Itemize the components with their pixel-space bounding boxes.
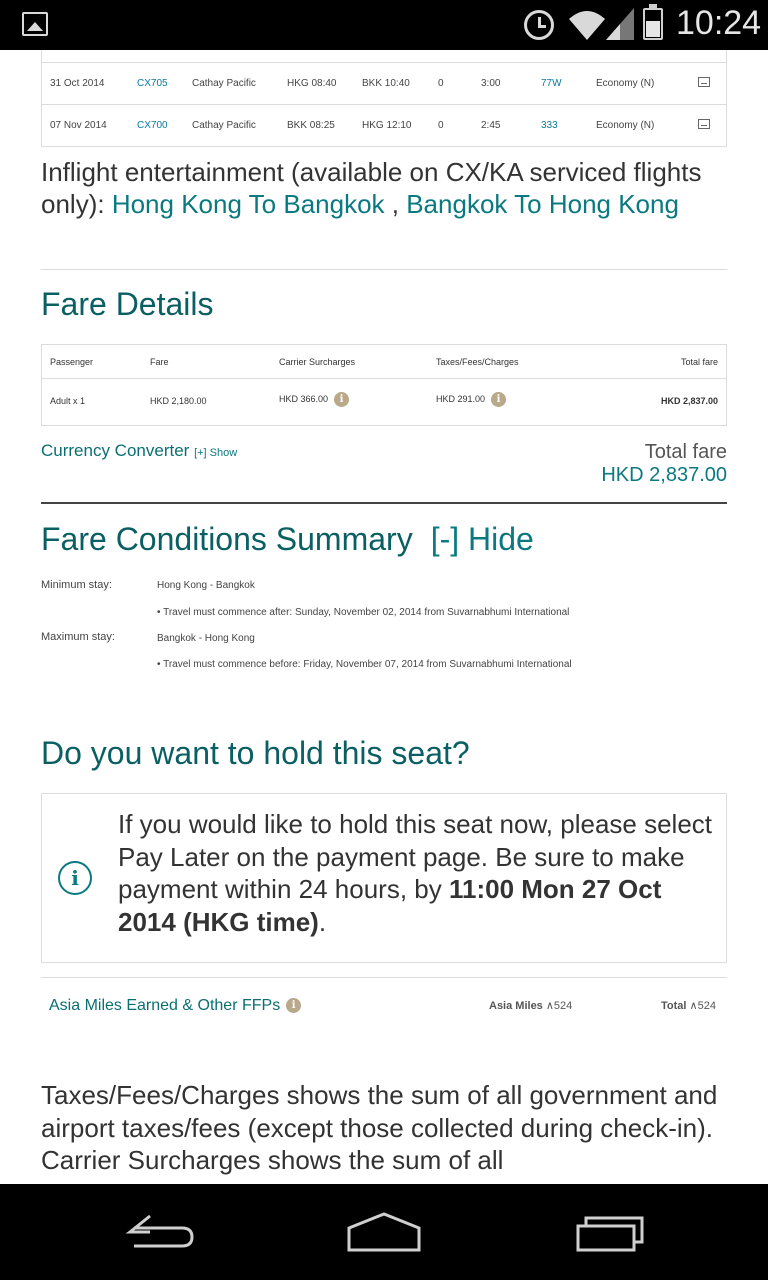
home-icon[interactable] [344,1206,424,1258]
flight-stops: 0 [438,120,444,131]
asia-miles-total-value: ∧524 [689,1000,716,1012]
fare-table: Passenger Fare Carrier Surcharges Taxes/… [41,344,727,426]
flight-number-link[interactable]: CX700 [137,120,168,131]
total-cell: HKD 2,837.00 [660,396,718,406]
ife-link-bkk-hkg[interactable]: Bangkok To Hong Kong [406,189,679,219]
currency-converter-toggle[interactable]: [+] Show [194,447,237,459]
info-icon[interactable]: i [286,998,302,1014]
min-stay-label: Minimum stay: [41,579,112,591]
currency-converter: Currency Converter [+] Show [41,441,237,461]
wifi-icon [569,11,605,40]
flight-arrive: BKK 10:40 [362,78,410,89]
max-stay-note: • Travel must commence before: Friday, N… [157,659,572,670]
max-stay-route: Bangkok - Hong Kong [157,633,255,644]
navigation-bar [0,1184,768,1280]
inflight-entertainment: Inflight entertainment (available on CX/… [41,156,727,220]
fare-table-header: Passenger Fare Carrier Surcharges Taxes/… [42,345,726,379]
max-stay-label: Maximum stay: [41,631,115,643]
surcharges-cell: HKD 366.00 i [279,392,350,407]
taxes-cell: HKD 291.00 i [436,392,507,407]
asia-miles-earned: Asia Miles ∧524 [489,999,572,1012]
recents-icon[interactable] [572,1206,652,1258]
info-icon: i [58,861,92,895]
divider [41,502,727,504]
currency-converter-label: Currency Converter [41,441,190,460]
flight-airline: Cathay Pacific [192,78,256,89]
header-surcharges: Carrier Surcharges [279,357,356,367]
alarm-icon [524,10,554,40]
surcharges-value: HKD 366.00 [279,393,329,404]
fare-cell: HKD 2,180.00 [150,396,207,406]
flight-date: 31 Oct 2014 [50,78,105,89]
hold-seat-text: If you would like to hold this seat now,… [118,808,718,938]
flight-table: 31 Oct 2014 CX705 Cathay Pacific HKG 08:… [41,50,727,147]
info-icon[interactable]: i [491,392,507,407]
header-passenger: Passenger [50,357,94,367]
status-bar: 10:24 [0,0,768,50]
clock: 10:24 [676,4,762,42]
min-stay-note: • Travel must commence after: Sunday, No… [157,607,570,618]
taxes-value: HKD 291.00 [436,393,486,404]
fare-conditions-title: Fare Conditions Summary [-] Hide [41,521,534,558]
fare-conditions-toggle[interactable]: [-] Hide [431,521,534,557]
flight-depart: HKG 08:40 [287,78,337,89]
flight-duration: 3:00 [481,78,501,89]
hold-seat-end: . [318,906,327,937]
asia-miles-label: Asia Miles Earned & Other FFPs [49,997,281,1014]
divider [41,269,727,270]
fare-conditions-title-text: Fare Conditions Summary [41,521,413,557]
divider [41,977,727,978]
flight-stops: 0 [438,78,444,89]
flight-date: 07 Nov 2014 [50,120,107,131]
inflight-screen-icon[interactable] [698,119,710,129]
header-taxes: Taxes/Fees/Charges [436,357,519,367]
hold-seat-box: i If you would like to hold this seat no… [41,793,727,963]
passenger-cell: Adult x 1 [50,396,86,406]
asia-miles-earned-label: Asia Miles [489,1000,543,1012]
total-fare-label: Total fare [644,441,727,463]
aircraft-link[interactable]: 333 [541,120,558,131]
taxes-description: Taxes/Fees/Charges shows the sum of all … [41,1080,718,1175]
gallery-icon [22,12,48,36]
flight-row: 31 Oct 2014 CX705 Cathay Pacific HKG 08:… [42,62,726,104]
info-icon[interactable]: i [334,392,350,407]
total-fare-value: HKD 2,837.00 [601,464,727,486]
header-fare: Fare [150,357,169,367]
flight-cabin: Economy (N) [596,120,655,131]
flight-cabin: Economy (N) [596,78,655,89]
flight-row: 07 Nov 2014 CX700 Cathay Pacific BKK 08:… [42,104,726,146]
asia-miles-total: Total ∧524 [661,999,716,1012]
signal-icon [606,8,634,40]
asia-miles-total-label: Total [661,1000,687,1012]
battery-icon [643,4,663,40]
page-content: 31 Oct 2014 CX705 Cathay Pacific HKG 08:… [0,50,768,1184]
flight-arrive: HKG 12:10 [362,120,412,131]
back-icon[interactable] [120,1206,200,1258]
flight-duration: 2:45 [481,120,501,131]
asia-miles-earned-value: ∧524 [545,1000,573,1012]
fare-details-title: Fare Details [41,286,214,322]
ife-separator: , [384,189,407,219]
asia-miles-link[interactable]: Asia Miles Earned & Other FFPs i [49,997,302,1015]
aircraft-link[interactable]: 77W [541,78,562,89]
inflight-screen-icon[interactable] [698,77,710,87]
header-total: Total fare [680,357,718,367]
flight-depart: BKK 08:25 [287,120,335,131]
ife-link-hkg-bkk[interactable]: Hong Kong To Bangkok [112,189,385,219]
flight-number-link[interactable]: CX705 [137,78,168,89]
flight-airline: Cathay Pacific [192,120,256,131]
hold-seat-title: Do you want to hold this seat? [41,735,470,771]
min-stay-route: Hong Kong - Bangkok [157,580,255,591]
